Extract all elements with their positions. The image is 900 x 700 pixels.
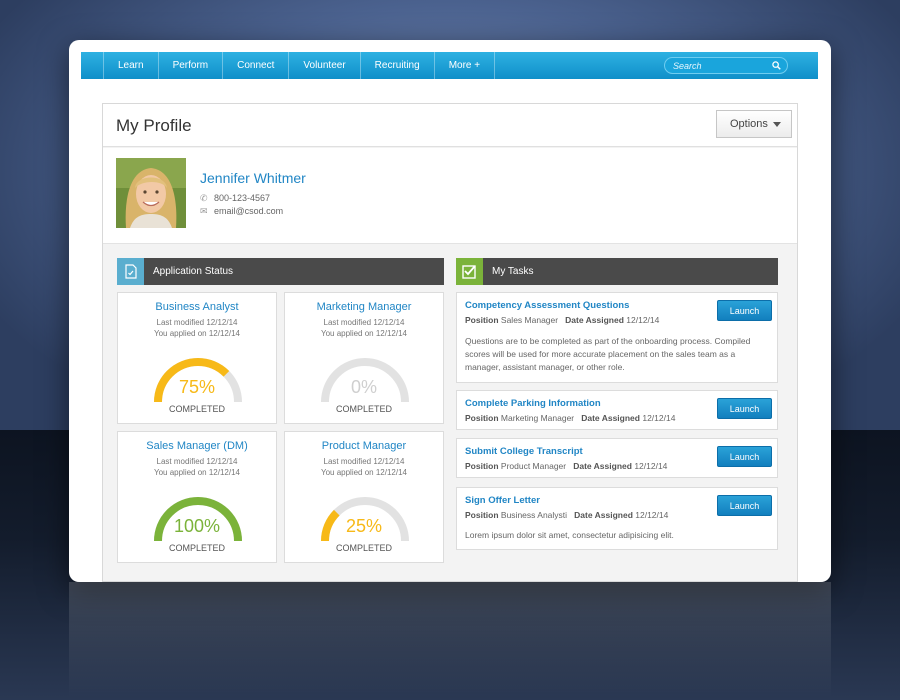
last-modified: Last modified 12/12/14 — [156, 318, 238, 327]
my-tasks-title: My Tasks — [492, 266, 534, 277]
applied-date: You applied on 12/12/14 — [320, 329, 407, 338]
position-label: Position — [465, 510, 499, 520]
launch-button[interactable]: Launch — [717, 398, 772, 419]
task-date: 12/12/14 — [642, 413, 676, 423]
nav-item-recruiting[interactable]: Recruiting — [359, 52, 434, 79]
search-box — [664, 57, 788, 74]
task-item: Submit College Transcript Position Produ… — [456, 438, 778, 478]
task-meta: Position Product Manager Date Assigned 1… — [465, 461, 667, 471]
phone-line: ✆ 800-123-4567 — [200, 193, 270, 204]
completed-label: COMPLETED — [168, 543, 225, 553]
progress-percent: 25% — [345, 516, 383, 536]
nav-item-more[interactable]: More + — [433, 52, 496, 79]
document-icon — [117, 258, 144, 285]
applied-date: You applied on 12/12/14 — [153, 468, 240, 477]
application-title[interactable]: Marketing Manager — [285, 301, 443, 313]
profile-summary: Jennifer Whitmer ✆ 800-123-4567 ✉ email@cs… — [103, 148, 797, 244]
position-label: Position — [465, 461, 499, 471]
task-title[interactable]: Complete Parking Information — [465, 398, 601, 409]
application-title[interactable]: Business Analyst — [118, 301, 276, 313]
nav-menu: Learn Perform Connect Volunteer Recruiti… — [103, 52, 496, 79]
email-line: ✉ email@csod.com — [200, 206, 283, 217]
completed-label: COMPLETED — [168, 404, 225, 414]
nav-item-perform[interactable]: Perform — [157, 52, 223, 79]
phone-number: 800-123-4567 — [214, 193, 271, 203]
application-card-business-analyst[interactable]: Business Analyst Last modified 12/12/14 … — [117, 292, 277, 424]
task-title[interactable]: Submit College Transcript — [465, 446, 583, 457]
search-input[interactable] — [673, 58, 769, 73]
completed-label: COMPLETED — [335, 404, 392, 414]
search-icon[interactable] — [772, 61, 781, 70]
launch-button[interactable]: Launch — [717, 495, 772, 516]
top-navigation: Learn Perform Connect Volunteer Recruiti… — [81, 52, 818, 79]
progress-percent: 100% — [173, 516, 221, 536]
application-card-sales-manager[interactable]: Sales Manager (DM) Last modified 12/12/1… — [117, 431, 277, 563]
application-status-header: Application Status — [117, 258, 444, 285]
last-modified: Last modified 12/12/14 — [323, 457, 405, 466]
task-title[interactable]: Competency Assessment Questions — [465, 300, 629, 311]
email-address[interactable]: email@csod.com — [214, 206, 283, 216]
application-title[interactable]: Sales Manager (DM) — [118, 440, 276, 452]
task-meta: Position Sales Manager Date Assigned 12/… — [465, 315, 659, 325]
task-title[interactable]: Sign Offer Letter — [465, 495, 540, 506]
task-item: Complete Parking Information Position Ma… — [456, 390, 778, 430]
profile-panel: My Profile Options Jennifer Whitmer ✆ 80… — [102, 103, 798, 582]
date-assigned-label: Date Assigned — [573, 461, 632, 471]
nav-item-connect[interactable]: Connect — [222, 52, 288, 79]
task-date: 12/12/14 — [626, 315, 660, 325]
task-item: Competency Assessment Questions Position… — [456, 292, 778, 383]
last-modified: Last modified 12/12/14 — [323, 318, 405, 327]
progress-percent: 0% — [350, 377, 377, 397]
phone-icon: ✆ — [200, 193, 208, 203]
task-description: Lorem ipsum dolor sit amet, consectetur … — [465, 530, 674, 540]
application-status-title: Application Status — [153, 266, 234, 277]
nav-item-learn[interactable]: Learn — [103, 52, 158, 79]
task-meta: Position Marketing Manager Date Assigned… — [465, 413, 675, 423]
options-label: Options — [730, 118, 768, 130]
application-card-marketing-manager[interactable]: Marketing Manager Last modified 12/12/14… — [284, 292, 444, 424]
email-icon: ✉ — [200, 206, 208, 216]
task-position: Sales Manager — [500, 315, 559, 325]
applied-date: You applied on 12/12/14 — [153, 329, 240, 338]
card-reflection — [69, 582, 831, 700]
applied-date: You applied on 12/12/14 — [320, 468, 407, 477]
position-label: Position — [465, 413, 499, 423]
task-meta: Position Business Analysti Date Assigned… — [465, 510, 668, 520]
task-position: Marketing Manager — [500, 413, 575, 423]
panel-header: My Profile Options — [103, 104, 797, 147]
caret-down-icon — [773, 122, 781, 127]
launch-button[interactable]: Launch — [717, 300, 772, 321]
progress-percent: 75% — [178, 377, 216, 397]
task-description: Questions are to be completed as part of… — [465, 336, 751, 372]
task-item: Sign Offer Letter Position Business Anal… — [456, 487, 778, 550]
reflection-gradient — [69, 582, 831, 700]
options-button[interactable]: Options — [716, 110, 792, 138]
task-date: 12/12/14 — [635, 510, 669, 520]
completed-label: COMPLETED — [335, 543, 392, 553]
my-tasks-header: My Tasks — [456, 258, 778, 285]
page-title: My Profile — [116, 116, 192, 135]
task-position: Product Manager — [500, 461, 567, 471]
app-window: Learn Perform Connect Volunteer Recruiti… — [69, 40, 831, 582]
last-modified: Last modified 12/12/14 — [156, 457, 238, 466]
application-title[interactable]: Product Manager — [285, 440, 443, 452]
task-position: Business Analysti — [500, 510, 568, 520]
nav-item-volunteer[interactable]: Volunteer — [288, 52, 359, 79]
avatar — [116, 158, 186, 228]
date-assigned-label: Date Assigned — [565, 315, 624, 325]
application-card-product-manager[interactable]: Product Manager Last modified 12/12/14 Y… — [284, 431, 444, 563]
task-date: 12/12/14 — [634, 461, 668, 471]
launch-button[interactable]: Launch — [717, 446, 772, 467]
date-assigned-label: Date Assigned — [581, 413, 640, 423]
user-name: Jennifer Whitmer — [200, 170, 306, 186]
checkbox-icon — [456, 258, 483, 285]
position-label: Position — [465, 315, 499, 325]
date-assigned-label: Date Assigned — [574, 510, 633, 520]
